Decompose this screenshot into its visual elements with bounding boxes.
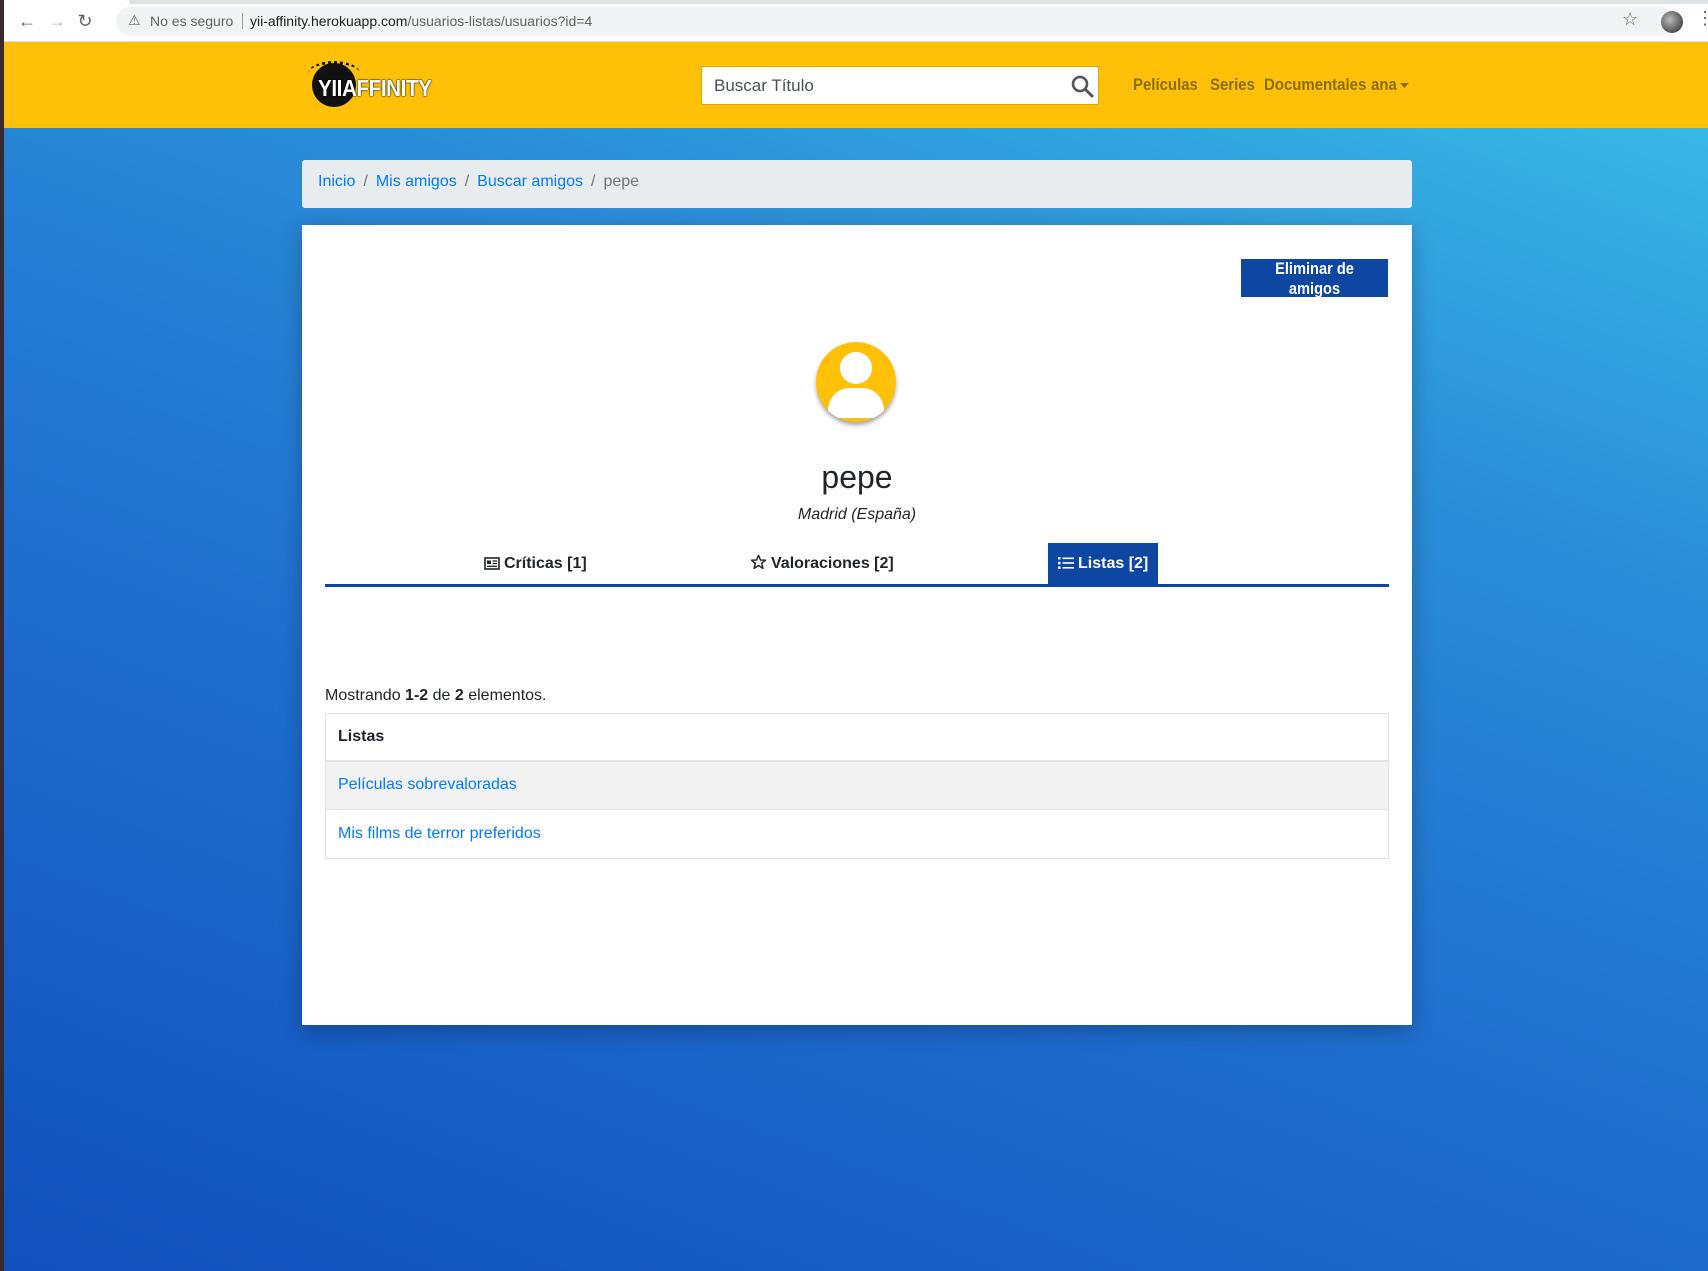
summary-total: 2: [454, 687, 464, 704]
chevron-down-icon: [1400, 83, 1410, 89]
site-navbar: YIIAFFINITY Películas Series Documentale…: [4, 42, 1708, 128]
column-header-listas[interactable]: Listas: [325, 713, 1389, 762]
list-icon: [1058, 557, 1074, 569]
table-header-row: Listas: [325, 713, 1389, 762]
breadcrumb: Inicio / Mis amigos / Buscar amigos / pepe: [302, 160, 1412, 208]
warning-icon: ⚠: [128, 12, 141, 28]
tab-valoraciones[interactable]: Valoraciones [2]: [740, 543, 904, 584]
nav-documentales[interactable]: Documentales: [1264, 75, 1366, 95]
remove-friend-label: Eliminar de amigos: [1275, 259, 1354, 298]
breadcrumb-current: pepe: [603, 173, 640, 190]
breadcrumb-buscar-amigos[interactable]: Buscar amigos: [477, 173, 583, 190]
breadcrumb-mis-amigos[interactable]: Mis amigos: [376, 173, 457, 190]
summary-mid: de: [428, 687, 455, 704]
nav-series[interactable]: Series: [1210, 75, 1255, 95]
insecure-label: No es seguro: [150, 13, 234, 29]
list-link[interactable]: Películas sobrevaloradas: [338, 776, 517, 793]
profile-location: Madrid (España): [797, 506, 917, 523]
search-box: [701, 66, 1099, 105]
user-avatar-icon: [816, 342, 896, 422]
lists-table: Listas Películas sobrevaloradas Mis film…: [325, 713, 1389, 859]
newspaper-icon: [484, 557, 500, 570]
search-input[interactable]: [702, 67, 1062, 104]
site-logo[interactable]: YIIAFFINITY: [306, 61, 436, 107]
bookmark-star-icon[interactable]: ☆: [1622, 9, 1638, 30]
results-summary: Mostrando 1-2 de 2 elementos.: [325, 687, 546, 705]
remove-friend-button[interactable]: Eliminar de amigos: [1241, 259, 1388, 298]
menu-kebab-icon[interactable]: ⋮: [1696, 8, 1708, 29]
profile-avatar-icon[interactable]: [1661, 11, 1683, 33]
url-path: /usuarios-listas/usuarios?id=4: [407, 13, 593, 29]
avatar-body: [828, 388, 884, 418]
table-cell: Mis films de terror preferidos: [325, 809, 1389, 859]
breadcrumb-inicio[interactable]: Inicio: [318, 173, 355, 190]
summary-range: 1-2: [405, 687, 429, 704]
user-menu-dropdown[interactable]: ana: [1371, 75, 1410, 95]
url-text[interactable]: yii-affinity.herokuapp.com/usuarios-list…: [250, 13, 592, 29]
table-cell: Películas sobrevaloradas: [325, 760, 1389, 810]
window-edge: [0, 0, 4, 1271]
profile-tabs: Críticas [1] Valoraciones [2] Listas [2]: [325, 543, 1389, 587]
star-outline-icon: [750, 554, 767, 570]
address-separator: [242, 13, 243, 29]
summary-prefix: Mostrando: [325, 687, 406, 704]
search-icon[interactable]: [1070, 74, 1094, 98]
tab-listas[interactable]: Listas [2]: [1048, 543, 1159, 584]
tab-valoraciones-label: Valoraciones [2]: [771, 555, 894, 572]
table-row: Películas sobrevaloradas: [325, 760, 1389, 810]
summary-suffix: elementos.: [463, 687, 547, 704]
nav-peliculas[interactable]: Películas: [1133, 75, 1198, 95]
breadcrumb-divider: /: [464, 173, 470, 190]
page-background: YIIAFFINITY Películas Series Documentale…: [4, 42, 1708, 1271]
breadcrumb-divider: /: [591, 173, 596, 190]
back-arrow-icon[interactable]: ←: [16, 10, 38, 32]
profile-card: Eliminar de amigos pepe Madrid (España) …: [302, 225, 1412, 1025]
address-bar[interactable]: ⚠ No es seguro yii-affinity.herokuapp.co…: [116, 7, 1676, 35]
user-menu-label: ana: [1371, 75, 1397, 94]
url-host: yii-affinity.herokuapp.com: [250, 13, 408, 29]
table-row: Mis films de terror preferidos: [325, 809, 1389, 859]
logo-text: YIIAFFINITY: [318, 75, 432, 101]
forward-arrow-icon[interactable]: →: [46, 10, 68, 32]
tab-strip: [129, 0, 1708, 4]
browser-toolbar: ← → ↻ ⚠ No es seguro yii-affinity.heroku…: [4, 0, 1708, 42]
tab-criticas[interactable]: Críticas [1]: [474, 543, 597, 584]
list-link[interactable]: Mis films de terror preferidos: [338, 825, 541, 842]
breadcrumb-divider: /: [363, 173, 368, 190]
profile-username: pepe: [821, 459, 893, 495]
tab-criticas-label: Críticas [1]: [504, 555, 587, 572]
reload-icon[interactable]: ↻: [74, 10, 96, 32]
avatar-head: [840, 352, 872, 384]
tab-listas-label: Listas [2]: [1078, 555, 1149, 572]
